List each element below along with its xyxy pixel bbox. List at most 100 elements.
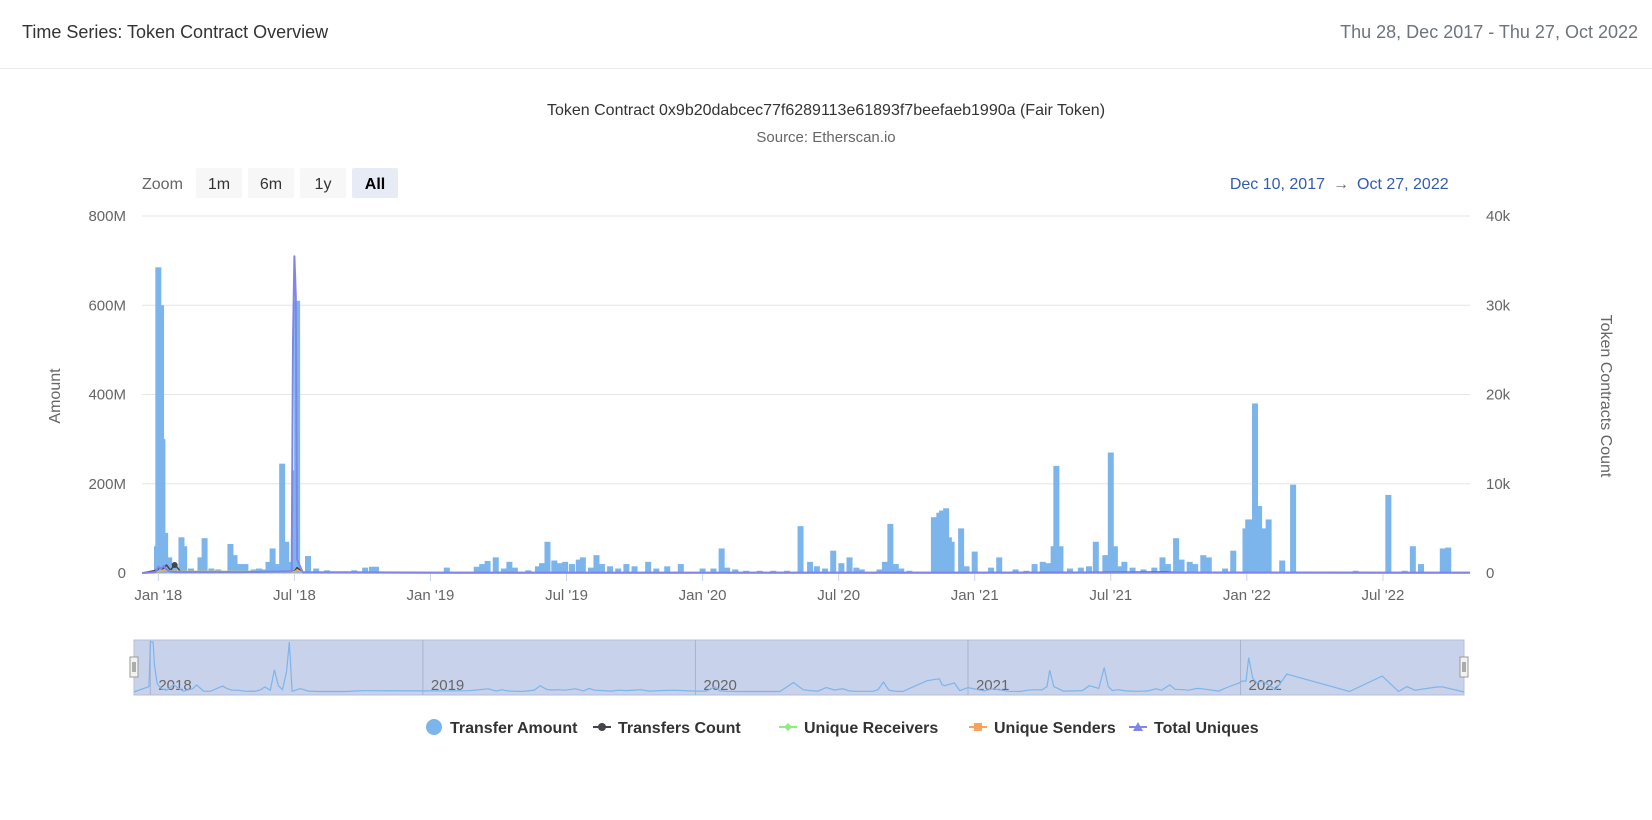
zoom-button-label[interactable]: 1y xyxy=(315,176,332,193)
transfer-amount-bar[interactable] xyxy=(1265,519,1272,573)
x-tick-label: Jan '20 xyxy=(679,587,727,604)
transfer-amount-bar[interactable] xyxy=(544,541,551,573)
navigator[interactable]: 2018 2019 2020 2021 2022 xyxy=(129,639,1469,696)
card-header: Time Series: Token Contract Overview Thu… xyxy=(0,0,1652,69)
transfer-amount-bar[interactable] xyxy=(1159,557,1166,573)
transfer-amount-bar[interactable] xyxy=(1173,538,1180,573)
legend-item-transfer-amount[interactable]: Transfer Amount xyxy=(426,719,578,737)
transfer-amount-bar[interactable] xyxy=(539,563,546,573)
transfer-amount-bar[interactable] xyxy=(881,561,888,573)
transfer-amount-bar[interactable] xyxy=(996,557,1003,573)
transfer-amount-bar[interactable] xyxy=(1445,547,1452,573)
transfer-amount-bar[interactable] xyxy=(1409,546,1416,573)
zoom-button-1y[interactable]: 1y xyxy=(300,168,346,198)
zoom-button-label[interactable]: 1m xyxy=(208,176,230,193)
y-tick-label: 0 xyxy=(118,565,126,582)
legend-item-total-uniques[interactable]: Total Uniques xyxy=(1129,720,1259,737)
x-tick-label: Jan '19 xyxy=(407,587,455,604)
y2-tick-label: 10k xyxy=(1486,476,1511,493)
transfer-amount-bar[interactable] xyxy=(556,563,563,573)
transfer-amount-bar[interactable] xyxy=(593,555,600,573)
legend-label[interactable]: Unique Senders xyxy=(994,720,1116,737)
zoom-button-6m[interactable]: 6m xyxy=(248,168,294,198)
navigator-handle-left[interactable] xyxy=(129,656,139,678)
navigator-handle-right[interactable] xyxy=(1459,656,1469,678)
transfer-amount-bar[interactable] xyxy=(506,561,513,573)
transfer-amount-bar[interactable] xyxy=(492,557,499,573)
transfer-amount-bar[interactable] xyxy=(1205,557,1212,573)
transfer-amount-bar[interactable] xyxy=(1092,541,1099,573)
legend-label[interactable]: Transfer Amount xyxy=(450,720,578,737)
legend-marker xyxy=(426,719,442,735)
transfer-amount-bar[interactable] xyxy=(1045,563,1052,573)
transfer-amount-bar[interactable] xyxy=(718,548,725,573)
transfer-amount-bar[interactable] xyxy=(305,556,311,573)
y2-tick-label: 30k xyxy=(1486,297,1511,314)
zoom-button-1m[interactable]: 1m xyxy=(196,168,242,198)
legend: Transfer Amount Transfers Count Unique Rec… xyxy=(426,719,1259,737)
y-axis-right: 0 10k 20k 30k 40k xyxy=(1486,208,1511,582)
y-tick-label: 800M xyxy=(88,208,126,225)
transfer-amount-bar[interactable] xyxy=(201,538,208,573)
transfer-amount-bar[interactable] xyxy=(807,561,814,573)
navigator-handle-body[interactable] xyxy=(129,656,139,678)
transfer-amount-bar[interactable] xyxy=(579,557,586,573)
transfer-amount-bar[interactable] xyxy=(1039,561,1046,573)
transfer-amount-bar[interactable] xyxy=(551,560,558,573)
transfer-amount-bar[interactable] xyxy=(797,526,804,573)
legend-label[interactable]: Total Uniques xyxy=(1154,720,1259,737)
transfer-amount-bar[interactable] xyxy=(484,560,491,573)
transfer-amount-bar[interactable] xyxy=(887,523,894,573)
legend-item-unique-receivers[interactable]: Unique Receivers xyxy=(779,720,938,737)
transfer-amount-bar[interactable] xyxy=(231,555,238,573)
navigator-year-label: 2021 xyxy=(976,677,1009,694)
navigator-handle-body[interactable] xyxy=(1459,656,1469,678)
transfer-amount-bar[interactable] xyxy=(958,528,965,573)
transfer-amount-bar[interactable] xyxy=(971,551,978,573)
x-tick-label: Jan '18 xyxy=(134,587,182,604)
transfer-amount-bar[interactable] xyxy=(838,563,845,573)
chart-card: Time Series: Token Contract Overview Thu… xyxy=(0,0,1652,815)
zoom-label: Zoom xyxy=(142,176,183,193)
legend-item-transfers-count[interactable]: Transfers Count xyxy=(593,720,741,737)
transfers-count-point[interactable] xyxy=(171,562,178,568)
grid-lines xyxy=(142,215,1470,485)
transfer-amount-bar[interactable] xyxy=(562,561,569,573)
date-range-to[interactable]: Oct 27, 2022 xyxy=(1357,176,1449,193)
transfer-amount-bar[interactable] xyxy=(830,550,837,573)
zoom-buttons: 1m 6m 1y All xyxy=(196,168,398,198)
transfer-amount-bar[interactable] xyxy=(269,548,276,573)
zoom-button-label[interactable]: All xyxy=(365,176,385,193)
x-tick-label: Jul '22 xyxy=(1361,587,1404,604)
date-range-from[interactable]: Dec 10, 2017 xyxy=(1230,176,1325,193)
x-tick-label: Jul '20 xyxy=(817,587,860,604)
transfer-amount-bar[interactable] xyxy=(645,561,652,573)
y2-tick-label: 20k xyxy=(1486,387,1511,404)
transfer-amount-bar[interactable] xyxy=(1200,555,1207,573)
transfer-amount-bar[interactable] xyxy=(930,517,937,573)
transfer-amount-bar[interactable] xyxy=(1230,550,1237,573)
transfer-amount-bar[interactable] xyxy=(1178,559,1185,573)
y-tick-label: 600M xyxy=(88,297,126,314)
transfer-amount-bar[interactable] xyxy=(948,541,955,573)
zoom-button-label[interactable]: 6m xyxy=(260,176,282,193)
transfer-amount-bar[interactable] xyxy=(846,557,853,573)
transfer-amount-bar[interactable] xyxy=(1102,555,1109,573)
transfer-amount-bar[interactable] xyxy=(181,546,188,573)
zoom-button-all[interactable]: All xyxy=(352,168,398,198)
legend-item-unique-senders[interactable]: Unique Senders xyxy=(969,720,1116,737)
legend-label[interactable]: Transfers Count xyxy=(618,720,741,737)
chart-subtitle: Source: Etherscan.io xyxy=(756,129,895,146)
x-tick-label: Jul '21 xyxy=(1089,587,1132,604)
legend-label[interactable]: Unique Receivers xyxy=(804,720,938,737)
transfer-amount-bar[interactable] xyxy=(1186,561,1193,573)
transfer-amount-bar[interactable] xyxy=(1439,548,1446,573)
date-range-arrow: → xyxy=(1333,176,1349,193)
transfer-amount-bar[interactable] xyxy=(1279,560,1286,573)
transfer-amount-bar[interactable] xyxy=(1385,494,1392,573)
transfer-amount-bar[interactable] xyxy=(1290,484,1297,573)
transfer-amount-bar[interactable] xyxy=(1260,528,1267,573)
transfer-amount-bar[interactable] xyxy=(1057,546,1064,573)
x-tick-label: Jul '19 xyxy=(545,587,588,604)
transfer-amount-bars xyxy=(153,267,1452,573)
